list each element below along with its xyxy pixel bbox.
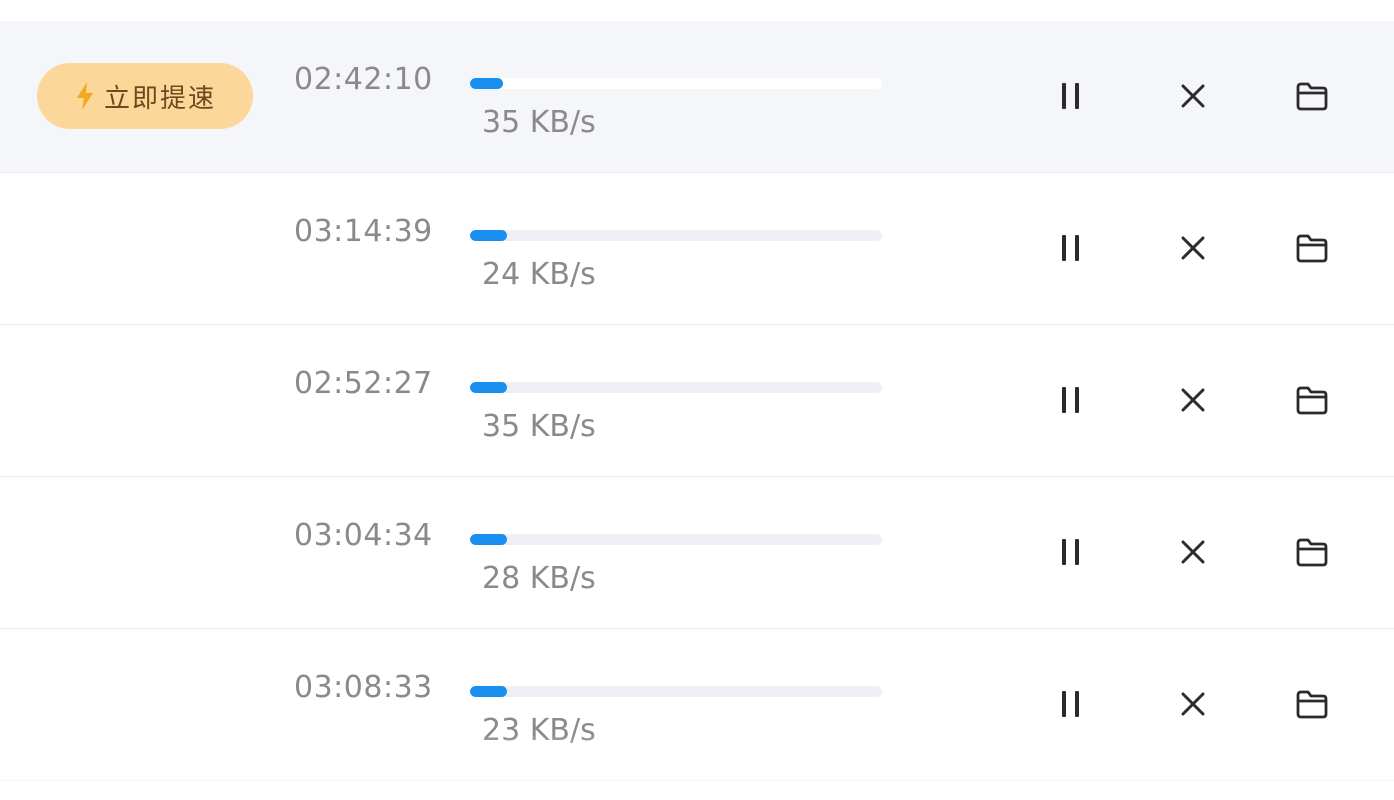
folder-icon bbox=[1296, 538, 1328, 567]
download-speed: 28 KB/s bbox=[482, 561, 596, 596]
folder-icon bbox=[1296, 690, 1328, 719]
progress-fill bbox=[470, 78, 503, 89]
close-icon bbox=[1181, 388, 1205, 412]
download-row[interactable]: 03:04:34 28 KB/s bbox=[0, 477, 1394, 629]
boost-speed-button[interactable]: 立即提速 bbox=[37, 63, 253, 129]
cancel-button[interactable] bbox=[1173, 684, 1213, 724]
close-icon bbox=[1181, 84, 1205, 108]
cancel-button[interactable] bbox=[1173, 380, 1213, 420]
open-folder-button[interactable] bbox=[1292, 76, 1332, 116]
open-folder-button[interactable] bbox=[1292, 228, 1332, 268]
progress-bar bbox=[470, 78, 882, 89]
folder-icon bbox=[1296, 386, 1328, 415]
download-speed: 35 KB/s bbox=[482, 409, 596, 444]
close-icon bbox=[1181, 236, 1205, 260]
pause-button[interactable] bbox=[1051, 532, 1091, 572]
pause-button[interactable] bbox=[1051, 76, 1091, 116]
time-remaining: 02:52:27 bbox=[294, 366, 433, 401]
cancel-button[interactable] bbox=[1173, 76, 1213, 116]
progress-fill bbox=[470, 686, 508, 697]
progress-bar bbox=[470, 382, 882, 393]
pause-icon bbox=[1062, 691, 1079, 717]
download-list: 立即提速 02:42:10 35 KB/s 03:14:39 24 KB/s 0… bbox=[0, 21, 1394, 781]
lightning-icon bbox=[76, 82, 93, 110]
progress-fill bbox=[470, 534, 508, 545]
download-row[interactable]: 03:08:33 23 KB/s bbox=[0, 629, 1394, 781]
progress-fill bbox=[470, 382, 508, 393]
folder-icon bbox=[1296, 82, 1328, 111]
folder-icon bbox=[1296, 234, 1328, 263]
close-icon bbox=[1181, 692, 1205, 716]
progress-bar bbox=[470, 534, 882, 545]
pause-button[interactable] bbox=[1051, 228, 1091, 268]
progress-fill bbox=[470, 230, 508, 241]
cancel-button[interactable] bbox=[1173, 228, 1213, 268]
progress-bar bbox=[470, 686, 882, 697]
progress-bar bbox=[470, 230, 882, 241]
open-folder-button[interactable] bbox=[1292, 380, 1332, 420]
pause-button[interactable] bbox=[1051, 684, 1091, 724]
time-remaining: 03:08:33 bbox=[294, 670, 433, 705]
download-speed: 24 KB/s bbox=[482, 257, 596, 292]
time-remaining: 03:04:34 bbox=[294, 518, 433, 553]
pause-icon bbox=[1062, 235, 1079, 261]
pause-icon bbox=[1062, 539, 1079, 565]
pause-icon bbox=[1062, 83, 1079, 109]
pause-icon bbox=[1062, 387, 1079, 413]
cancel-button[interactable] bbox=[1173, 532, 1213, 572]
open-folder-button[interactable] bbox=[1292, 532, 1332, 572]
time-remaining: 03:14:39 bbox=[294, 214, 433, 249]
download-row[interactable]: 03:14:39 24 KB/s bbox=[0, 173, 1394, 325]
open-folder-button[interactable] bbox=[1292, 684, 1332, 724]
download-speed: 35 KB/s bbox=[482, 105, 596, 140]
boost-speed-label: 立即提速 bbox=[103, 83, 216, 114]
close-icon bbox=[1181, 540, 1205, 564]
download-row[interactable]: 立即提速 02:42:10 35 KB/s bbox=[0, 21, 1394, 173]
pause-button[interactable] bbox=[1051, 380, 1091, 420]
download-speed: 23 KB/s bbox=[482, 713, 596, 748]
time-remaining: 02:42:10 bbox=[294, 62, 433, 97]
download-row[interactable]: 02:52:27 35 KB/s bbox=[0, 325, 1394, 477]
